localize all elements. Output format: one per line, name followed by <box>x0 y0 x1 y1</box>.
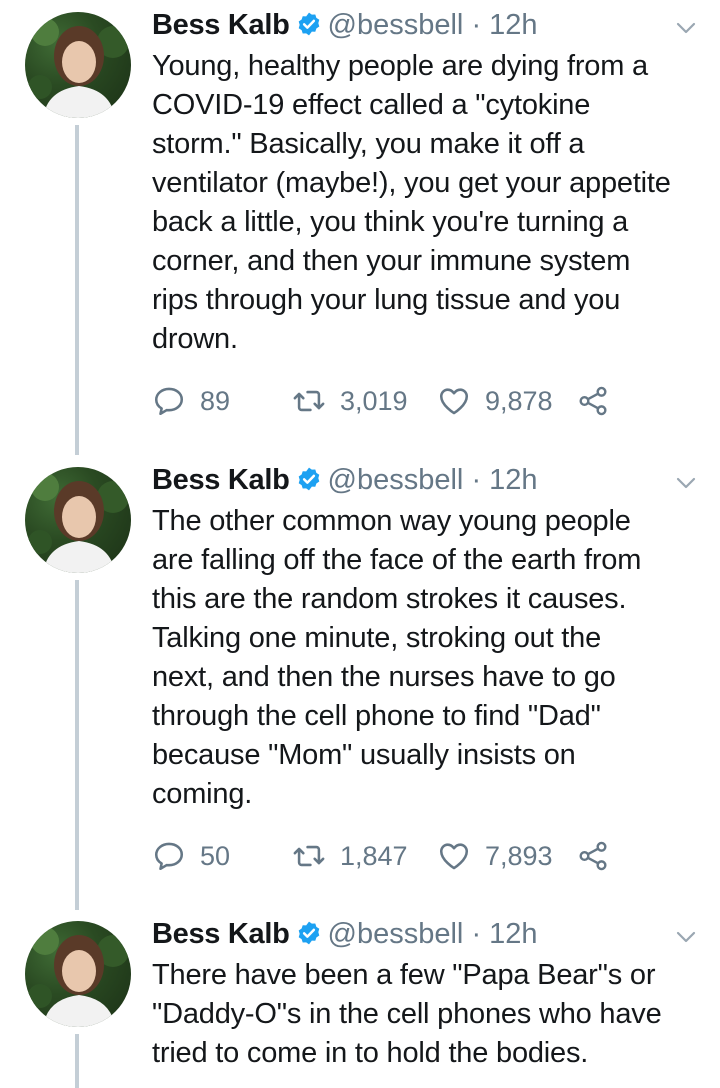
heart-icon <box>439 388 469 415</box>
avatar[interactable] <box>25 12 131 118</box>
verified-badge-icon <box>298 12 319 36</box>
thread-line <box>75 125 79 455</box>
like-count: 9,878 <box>485 386 553 416</box>
like-button[interactable]: 9,878 <box>437 383 553 419</box>
retweet-count: 3,019 <box>340 386 408 416</box>
chevron-down-icon[interactable] <box>674 925 698 949</box>
tweet-actions: 50 1,847 7,893 <box>152 838 712 874</box>
tweet-header: Bess Kalb @bessbell · 12h <box>152 917 538 951</box>
separator-dot: · <box>471 918 482 950</box>
share-icon <box>579 386 607 416</box>
tweet-actions: 89 3,019 9,878 <box>152 383 712 419</box>
timestamp[interactable]: 12h <box>489 9 537 41</box>
tweet[interactable]: Bess Kalb @bessbell · 12h The other commo… <box>0 455 720 910</box>
share-button[interactable] <box>576 383 624 419</box>
separator-dot: · <box>471 9 482 41</box>
author-handle[interactable]: @bessbell <box>328 464 464 496</box>
tweet[interactable]: Bess Kalb @bessbell · 12h Young, healthy … <box>0 0 720 455</box>
retweet-icon <box>293 845 325 867</box>
tweet[interactable]: Bess Kalb @bessbell · 12h There have been… <box>0 909 720 1088</box>
verified-badge-icon <box>298 921 319 945</box>
share-button[interactable] <box>576 838 624 874</box>
reply-icon <box>154 387 184 416</box>
retweet-count: 1,847 <box>340 841 408 871</box>
avatar[interactable] <box>25 467 131 573</box>
author-handle[interactable]: @bessbell <box>328 918 464 950</box>
author-handle[interactable]: @bessbell <box>328 9 464 41</box>
tweet-text: There have been a few "Papa Bear"s or "D… <box>152 959 662 1069</box>
like-count: 7,893 <box>485 841 553 871</box>
reply-button[interactable]: 89 <box>152 383 230 419</box>
author-name[interactable]: Bess Kalb <box>152 464 290 496</box>
tweet-header: Bess Kalb @bessbell · 12h <box>152 8 538 42</box>
timestamp[interactable]: 12h <box>489 918 537 950</box>
reply-count: 89 <box>200 386 231 416</box>
avatar[interactable] <box>25 921 131 1027</box>
retweet-button[interactable]: 1,847 <box>292 838 408 874</box>
reply-icon <box>154 842 184 871</box>
retweet-icon <box>293 390 325 412</box>
tweet-header: Bess Kalb @bessbell · 12h <box>152 463 538 497</box>
verified-badge-icon <box>298 467 319 491</box>
author-name[interactable]: Bess Kalb <box>152 9 290 41</box>
retweet-button[interactable]: 3,019 <box>292 383 408 419</box>
thread-line <box>75 580 79 910</box>
like-button[interactable]: 7,893 <box>437 838 553 874</box>
chevron-down-icon[interactable] <box>674 16 698 40</box>
tweet-text: Young, healthy people are dying from a C… <box>152 50 671 355</box>
timestamp[interactable]: 12h <box>489 464 537 496</box>
separator-dot: · <box>471 464 482 496</box>
reply-button[interactable]: 50 <box>152 838 230 874</box>
heart-icon <box>439 843 469 870</box>
chevron-down-icon[interactable] <box>674 471 698 495</box>
share-icon <box>579 841 607 871</box>
reply-count: 50 <box>200 841 231 871</box>
thread-line <box>75 1034 79 1088</box>
tweet-text: The other common way young people are fa… <box>152 505 642 810</box>
author-name[interactable]: Bess Kalb <box>152 918 290 950</box>
